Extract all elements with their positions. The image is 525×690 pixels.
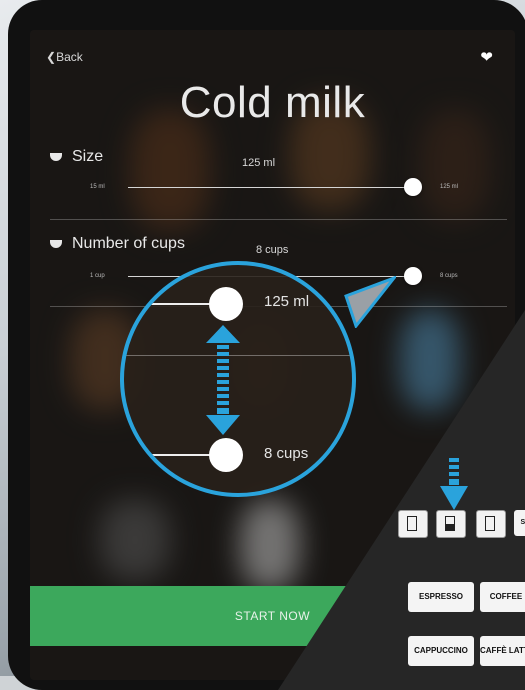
divider [50,219,507,220]
cup-icon [50,152,62,161]
magnified-size-knob [209,287,243,321]
double-arrow-icon [206,325,240,435]
cup-size-medium-button[interactable] [436,510,466,538]
size-label: Size [72,148,104,165]
drink-caffe-latte-button[interactable]: CAFFÈ LATTE [480,636,525,666]
cup-icon [485,516,495,531]
drink-cappuccino-button[interactable]: CAPPUCCINO [408,636,474,666]
settings-overlay-panel: ST ESPRESSO COFFEE CAPPUCCINO CAFFÈ LATT… [278,290,525,690]
cup-size-small-button[interactable] [398,510,428,538]
cup-icon [50,239,62,248]
cup-icon [407,516,417,531]
cups-min-label: 1 cup [90,273,105,279]
size-slider-track[interactable] [128,187,413,188]
size-value: 125 ml [242,157,276,169]
cups-value: 8 cups [256,244,289,256]
back-label: Back [56,50,83,64]
cup-fill-indicator [446,524,454,531]
cup-size-large-button[interactable] [476,510,506,538]
size-slider-knob[interactable] [404,178,422,196]
page-title: Cold milk [179,78,366,127]
heart-icon[interactable]: ❤ [480,48,493,66]
magnified-cups-knob [209,438,243,472]
arrow-down-icon [440,458,468,510]
cups-slider-knob[interactable] [404,267,422,285]
cups-row-label: Number of cups [50,235,185,253]
drink-coffee-button[interactable]: COFFEE [480,582,525,612]
cups-max-label: 8 cups [440,273,458,279]
panel-background [278,290,525,690]
size-max-label: 125 ml [440,184,459,190]
cups-label: Number of cups [72,235,185,252]
size-row-label: Size [50,148,103,166]
size-min-label: 15 ml [90,184,105,190]
drink-espresso-button[interactable]: ESPRESSO [408,582,474,612]
partial-button[interactable]: ST [514,510,525,536]
chevron-left-icon: ❮ [46,50,57,64]
back-button[interactable]: ❮Back [46,50,83,64]
